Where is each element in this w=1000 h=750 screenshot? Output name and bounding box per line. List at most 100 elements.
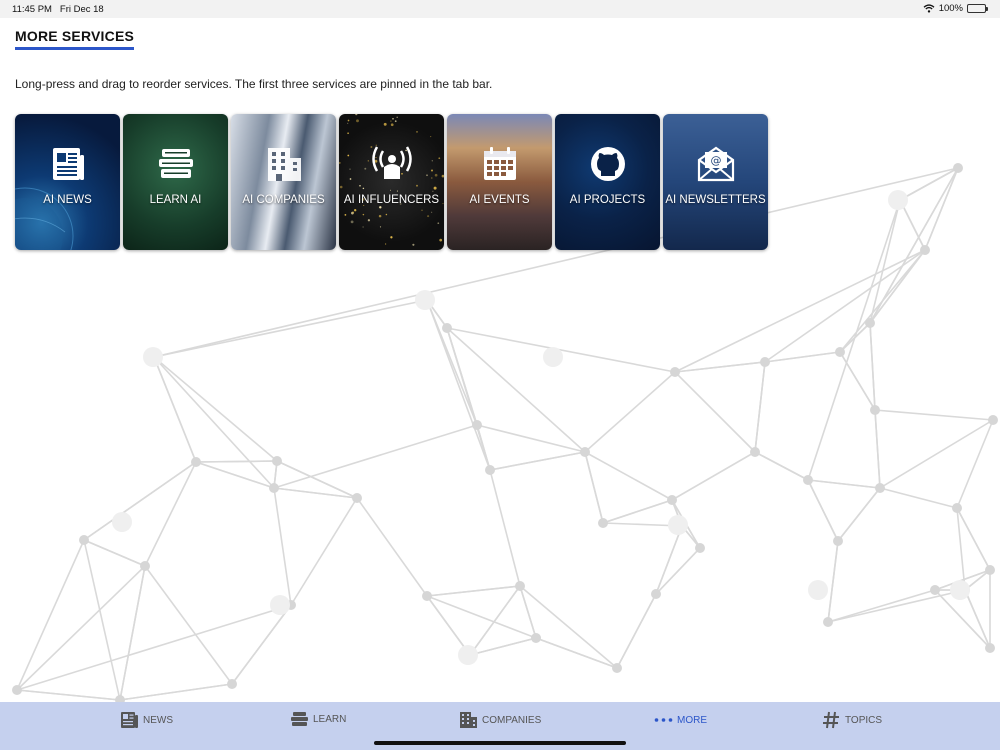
network-edge — [879, 419, 994, 489]
network-node — [952, 503, 962, 513]
sparkle-dot — [352, 211, 355, 214]
network-node — [760, 357, 770, 367]
service-tile-learn-ai[interactable]: LEARN AI — [123, 114, 228, 250]
network-edge — [16, 689, 121, 701]
network-node — [515, 581, 525, 591]
books-icon — [291, 712, 308, 726]
status-time-date: 11:45 PM Fri Dec 18 — [12, 4, 104, 15]
network-glow-node — [888, 190, 908, 210]
network-node — [580, 447, 590, 457]
network-edge — [827, 589, 966, 623]
network-edge — [153, 356, 278, 462]
github-icon — [555, 144, 660, 184]
tab-learn[interactable]: LEARN — [290, 711, 346, 727]
network-edge — [290, 497, 358, 606]
network-edge — [426, 299, 491, 471]
sparkle-dot — [392, 117, 394, 120]
sparkle-dot — [362, 226, 364, 228]
network-edge — [119, 683, 233, 701]
service-tile-ai-news[interactable]: AI NEWS — [15, 114, 120, 250]
sparkle-dot — [367, 219, 371, 222]
sparkle-dot — [394, 120, 397, 123]
books-icon — [123, 144, 228, 184]
network-glow-node — [950, 580, 970, 600]
network-edge — [874, 409, 994, 421]
network-glow-node — [808, 580, 828, 600]
sparkle-dot — [384, 243, 387, 245]
status-date: Fri Dec 18 — [59, 4, 104, 15]
network-edge — [153, 299, 428, 358]
newspaper-icon — [15, 144, 120, 184]
network-edge — [153, 356, 197, 463]
network-edge — [674, 249, 926, 373]
service-tile-ai-events[interactable]: AI EVENTS — [447, 114, 552, 250]
sparkle-dot — [347, 119, 350, 122]
network-edge — [195, 460, 278, 463]
tab-bar: NEWS LEARN COMPANIES MORE TOPICS — [0, 702, 1000, 750]
sparkle-dot — [437, 222, 440, 225]
sparkle-dot — [385, 213, 388, 216]
network-node — [835, 347, 845, 357]
tab-news[interactable]: NEWS — [120, 711, 173, 729]
battery-icon — [967, 4, 988, 13]
tab-companies[interactable]: COMPANIES — [459, 711, 541, 729]
network-glow-node — [270, 595, 290, 615]
network-node — [191, 457, 201, 467]
network-edge — [674, 361, 766, 373]
sparkle-dot — [378, 214, 382, 218]
sparkle-dot — [439, 238, 443, 242]
service-tile-ai-influencers[interactable]: AI INFLUENCERS — [339, 114, 444, 250]
network-edge — [869, 199, 901, 324]
network-edge — [83, 461, 197, 541]
network-edge — [144, 565, 233, 685]
network-edge — [489, 451, 586, 471]
network-node — [670, 367, 680, 377]
service-tile-ai-newsletters[interactable]: @ AI NEWSLETTERS — [663, 114, 768, 250]
sparkle-dot — [430, 136, 432, 138]
network-glow-node — [415, 290, 435, 310]
network-edge — [426, 585, 521, 597]
network-edge — [827, 540, 839, 623]
sparkle-dot — [379, 206, 382, 209]
network-node — [833, 536, 843, 546]
service-tile-ai-projects[interactable]: AI PROJECTS — [555, 114, 660, 250]
building-icon — [460, 712, 477, 728]
sparkle-dot — [354, 209, 357, 212]
sparkle-dot — [390, 236, 393, 239]
network-glow-node — [458, 645, 478, 665]
tab-label: COMPANIES — [482, 714, 542, 726]
sparkle-dot — [350, 220, 354, 224]
network-node — [870, 405, 880, 415]
network-edge — [807, 479, 839, 542]
tab-label: NEWS — [143, 714, 173, 726]
network-node — [865, 318, 875, 328]
sparkle-dot — [362, 187, 365, 190]
network-edge — [231, 604, 292, 685]
sparkle-dot — [347, 122, 349, 124]
tab-more[interactable]: MORE — [654, 711, 707, 729]
network-edge — [924, 167, 959, 251]
network-edge — [616, 593, 657, 669]
tab-topics[interactable]: TOPICS — [822, 711, 882, 729]
service-label: AI INFLUENCERS — [343, 194, 440, 206]
sparkle-dot — [416, 184, 418, 187]
network-node — [352, 493, 362, 503]
network-edge — [869, 322, 876, 411]
network-node — [472, 420, 482, 430]
network-edge — [446, 327, 586, 453]
network-edge — [16, 604, 292, 691]
network-edge — [446, 327, 676, 373]
sparkle-dot — [432, 190, 434, 192]
service-tile-ai-companies[interactable]: AI COMPANIES — [231, 114, 336, 250]
network-node — [875, 483, 885, 493]
sparkle-dot — [362, 213, 365, 216]
network-edge — [446, 327, 491, 471]
status-bar: 11:45 PM Fri Dec 18 100% — [0, 0, 1000, 18]
network-glow-node — [112, 512, 132, 532]
network-edge — [956, 419, 994, 509]
more-dots-icon — [654, 718, 673, 722]
network-edge — [584, 371, 676, 453]
network-node — [140, 561, 150, 571]
network-edge — [964, 589, 991, 649]
sparkle-dot — [356, 119, 359, 123]
